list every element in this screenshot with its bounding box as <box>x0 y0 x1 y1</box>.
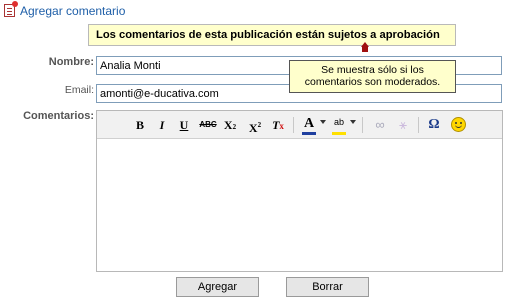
toolbar-divider <box>293 117 294 133</box>
smiley-icon[interactable] <box>451 117 466 132</box>
remove-format-button[interactable]: Tx <box>269 116 287 134</box>
toolbar-divider <box>418 117 419 133</box>
name-label: Nombre: <box>48 56 94 68</box>
superscript-glyph: X <box>248 121 258 135</box>
comments-label: Comentarios: <box>23 110 94 122</box>
toolbar-divider <box>362 117 363 133</box>
text-color-button[interactable]: A <box>301 116 317 135</box>
subscript-button[interactable]: X2 <box>221 116 239 134</box>
unlink-icon[interactable]: ⚹ <box>395 116 411 134</box>
comment-add-icon <box>4 1 18 17</box>
notice-pointer-icon <box>361 42 369 54</box>
rich-text-editor: B I U ABC X2 X2 Tx A ab ∞ ⚹ Ω <box>96 110 503 272</box>
add-button[interactable]: Agregar <box>176 277 259 297</box>
special-character-button[interactable]: Ω <box>426 116 442 134</box>
superscript-button[interactable]: X2 <box>246 116 264 135</box>
comments-editor-area[interactable] <box>97 139 502 271</box>
strikethrough-button[interactable]: ABC <box>198 116 218 134</box>
clear-button[interactable]: Borrar <box>286 277 369 297</box>
moderation-tooltip: Se muestra sólo si los comentarios son m… <box>289 60 456 93</box>
underline-button[interactable]: U <box>178 116 190 134</box>
background-color-button[interactable]: ab <box>331 116 347 135</box>
tooltip-line-1: Se muestra sólo si los <box>321 64 424 76</box>
text-color-dropdown-icon[interactable] <box>320 120 326 124</box>
tooltip-line-2: comentarios son moderados. <box>304 76 441 88</box>
bold-button[interactable]: B <box>134 116 146 134</box>
section-title: Agregar comentario <box>20 4 126 18</box>
italic-button[interactable]: I <box>156 116 168 134</box>
moderation-notice: Los comentarios de esta publicación está… <box>88 24 456 46</box>
email-label: Email: <box>64 84 94 96</box>
subscript-glyph: X <box>223 118 233 132</box>
background-color-dropdown-icon[interactable] <box>350 120 356 124</box>
link-icon[interactable]: ∞ <box>372 116 388 134</box>
editor-toolbar: B I U ABC X2 X2 Tx A ab ∞ ⚹ Ω <box>97 111 502 139</box>
